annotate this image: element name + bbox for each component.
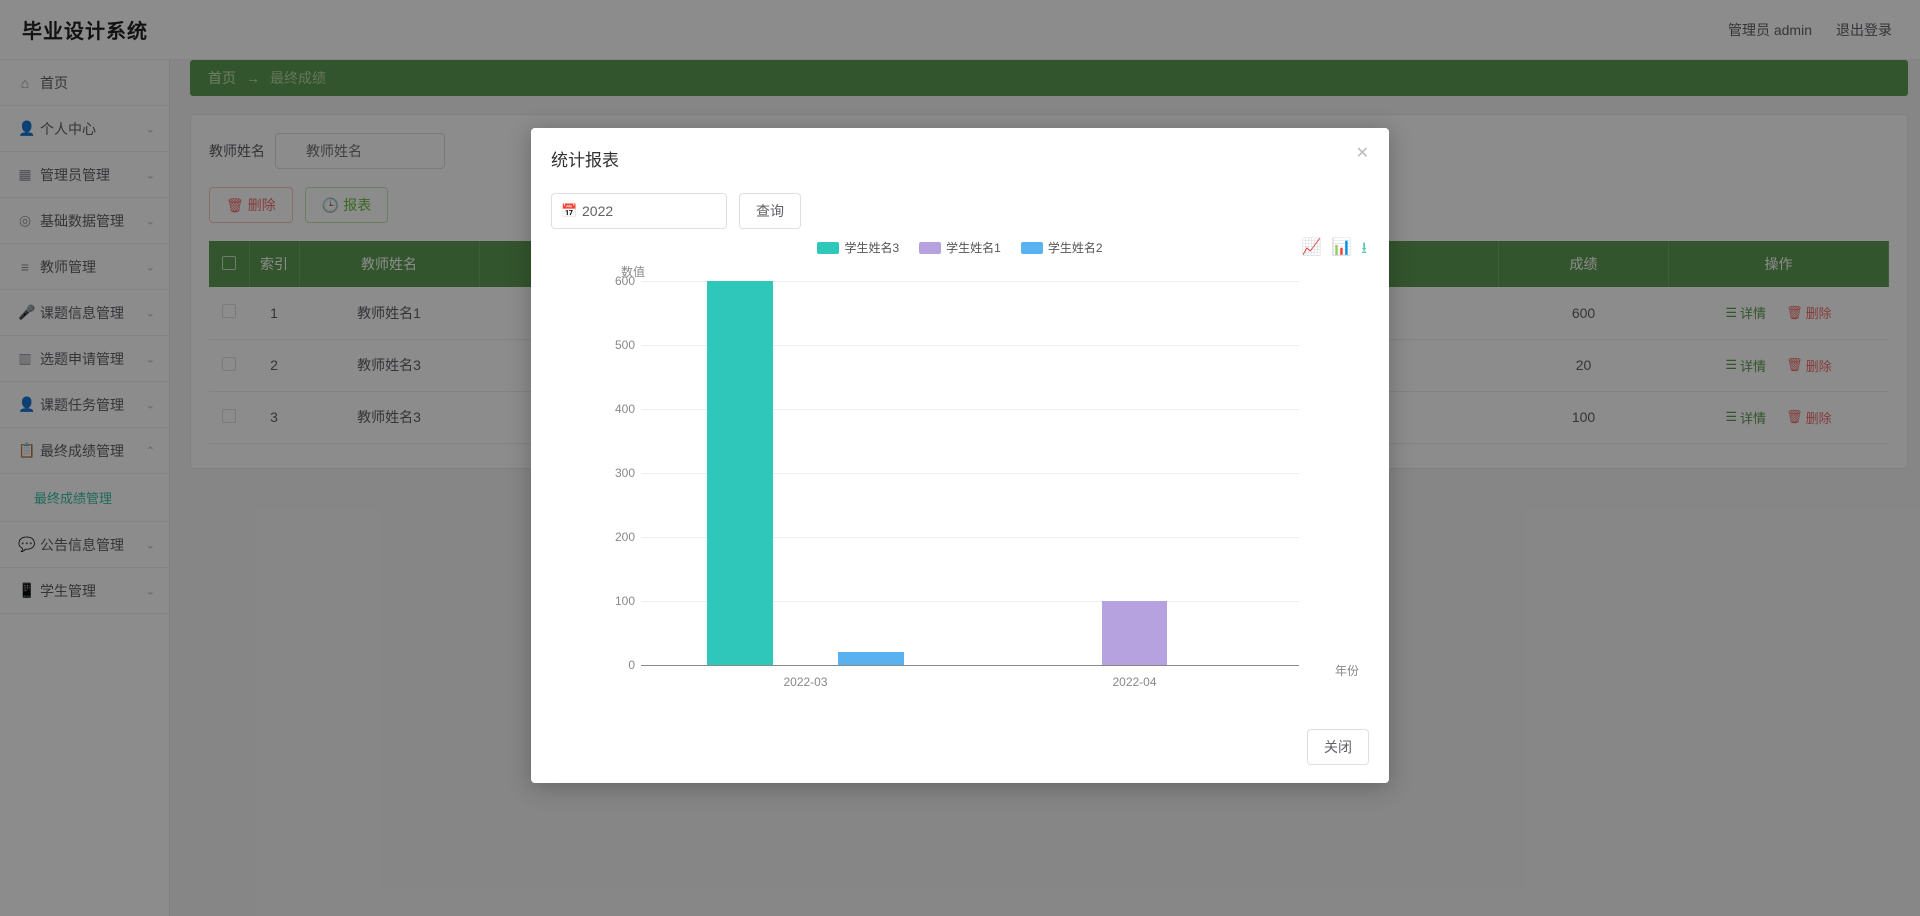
year-input-wrap: 📅	[551, 193, 727, 229]
legend-item[interactable]: 学生姓名2	[1021, 239, 1103, 256]
y-tick-label: 100	[601, 594, 635, 608]
legend-label: 学生姓名3	[844, 239, 899, 256]
chart-bar-icon[interactable]: 📊	[1331, 237, 1351, 264]
legend-swatch	[817, 242, 839, 254]
y-tick-label: 400	[601, 402, 635, 416]
dialog-header: 统计报表 ✕	[531, 128, 1389, 175]
chart-toolbar: 📈 📊 ⭳	[1302, 237, 1367, 264]
dialog-footer: 关闭	[531, 715, 1389, 783]
button-label: 关闭	[1324, 737, 1352, 757]
chart-legend: 学生姓名3 学生姓名1 学生姓名2	[551, 235, 1369, 266]
legend-swatch	[1021, 242, 1043, 254]
dialog-close-button[interactable]: ✕	[1356, 146, 1369, 162]
y-tick-label: 500	[601, 338, 635, 352]
year-input[interactable]	[551, 193, 727, 229]
chart-bar[interactable]	[707, 281, 773, 665]
button-label: 查询	[756, 201, 784, 221]
query-row: 📅 查询	[551, 193, 1369, 229]
chart-plot: 0100200300400500600 年份 2022-032022-04	[641, 281, 1299, 665]
dialog-title: 统计报表	[551, 146, 619, 171]
query-button[interactable]: 查询	[739, 193, 801, 229]
report-dialog: 统计报表 ✕ 📅 查询 📈 📊 ⭳ 学生姓名3学生姓名1学生姓名2 数值 010…	[531, 128, 1389, 783]
chart-bar[interactable]	[1102, 601, 1168, 665]
dialog-body: 📅 查询 📈 📊 ⭳ 学生姓名3学生姓名1学生姓名2 数值 0100200300…	[531, 175, 1389, 715]
calendar-icon: 📅	[561, 203, 577, 219]
x-tick-label: 2022-03	[783, 675, 827, 689]
y-tick-label: 0	[601, 658, 635, 672]
x-axis-title: 年份	[1335, 662, 1359, 679]
legend-item[interactable]: 学生姓名1	[919, 239, 1001, 256]
legend-item[interactable]: 学生姓名3	[817, 239, 899, 256]
chart-bar[interactable]	[838, 652, 904, 665]
y-tick-label: 600	[601, 274, 635, 288]
chart-download-icon[interactable]: ⭳	[1361, 237, 1367, 264]
axis-baseline	[641, 665, 1299, 666]
x-tick-label: 2022-04	[1112, 675, 1156, 689]
y-tick-label: 300	[601, 466, 635, 480]
dialog-close-footer-button[interactable]: 关闭	[1307, 729, 1369, 765]
chart-area: 📈 📊 ⭳ 学生姓名3学生姓名1学生姓名2 数值 010020030040050…	[551, 235, 1369, 705]
legend-label: 学生姓名1	[946, 239, 1001, 256]
chart-line-icon[interactable]: 📈	[1302, 237, 1322, 264]
y-tick-label: 200	[601, 530, 635, 544]
legend-swatch	[919, 242, 941, 254]
legend-label: 学生姓名2	[1048, 239, 1103, 256]
